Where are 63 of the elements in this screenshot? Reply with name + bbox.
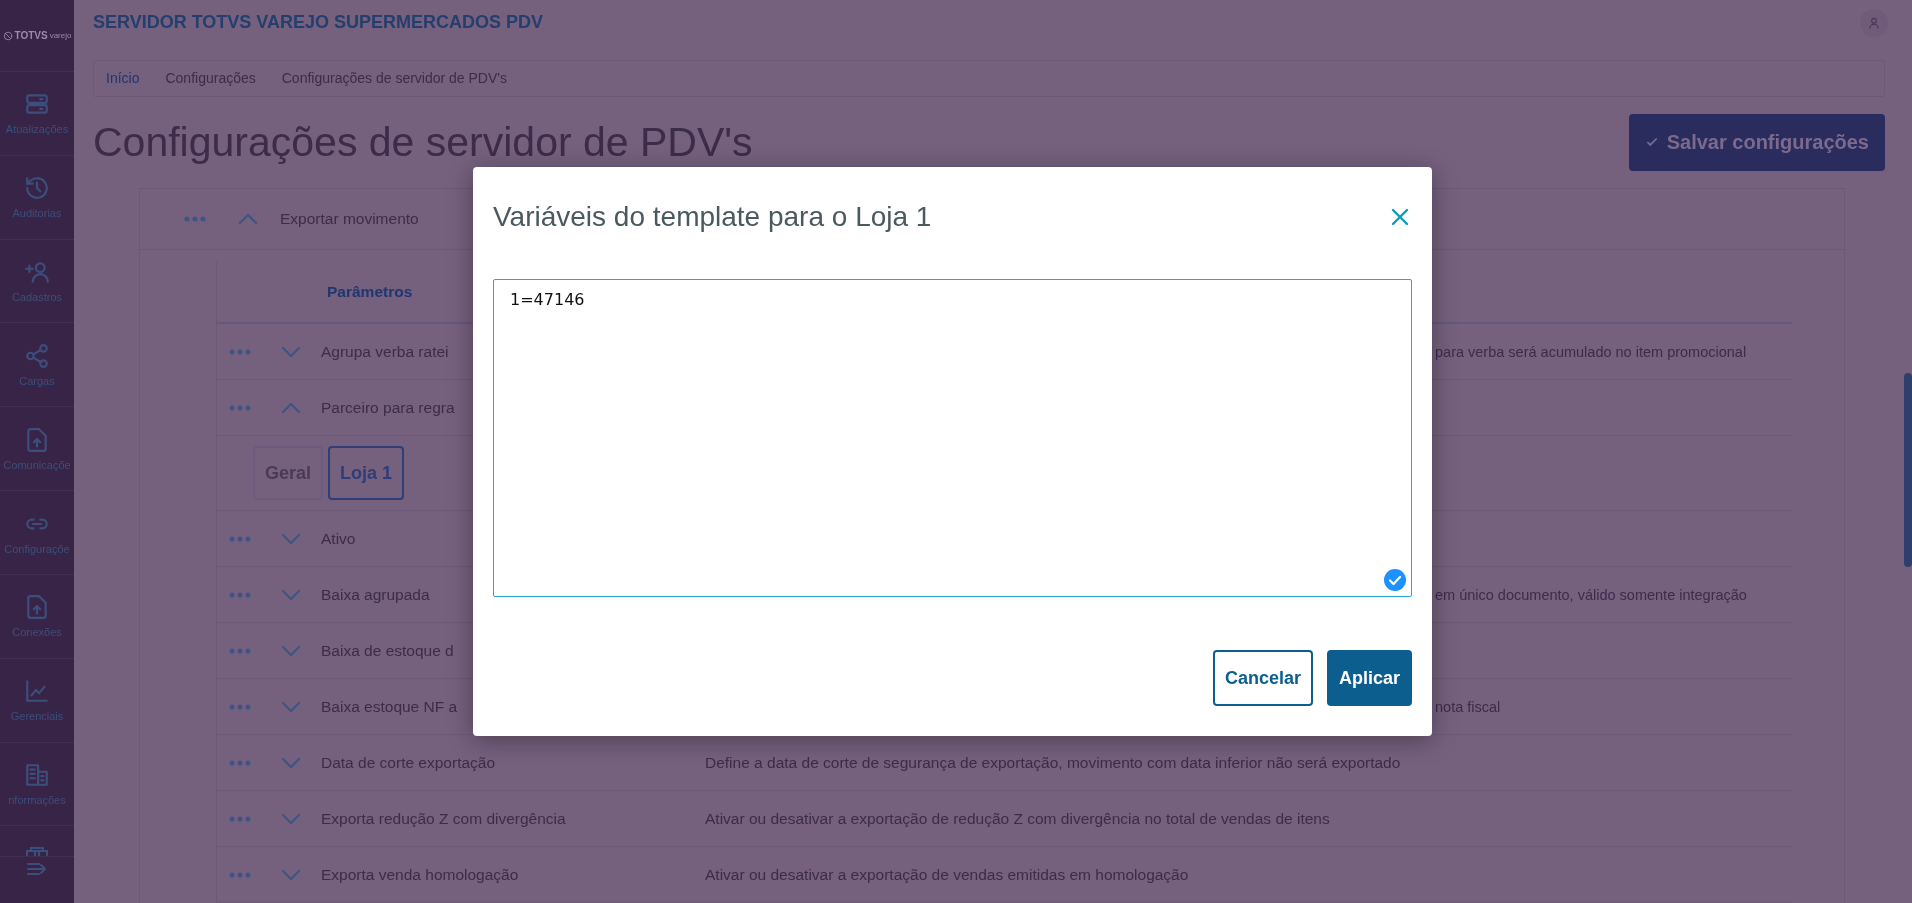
parameter-name: Exporta redução Z com divergência: [321, 809, 567, 828]
parameter-description: nota fiscal: [1435, 698, 1501, 715]
parameter-name: Ativo: [321, 529, 357, 548]
store-tab[interactable]: Loja 1: [328, 446, 405, 500]
chevron-down-icon[interactable]: [281, 345, 301, 358]
logo-subtext: varejo: [49, 31, 72, 40]
logo-icon: [2, 30, 13, 41]
dialog-title: Variáveis do template para o Loja 1: [493, 201, 932, 233]
logo-text: TOTVS: [14, 30, 48, 41]
section-title: Exportar movimento: [280, 210, 419, 228]
chart-icon: [24, 678, 50, 705]
more-icon[interactable]: [229, 703, 251, 710]
apply-button[interactable]: Aplicar: [1326, 650, 1412, 706]
column-header: Parâmetros: [327, 283, 413, 301]
parameter-name: Baixa agrupada: [321, 585, 431, 604]
more-icon[interactable]: [229, 535, 251, 542]
share-icon: [24, 342, 50, 369]
chevron-down-icon[interactable]: [281, 700, 301, 713]
more-icon[interactable]: [229, 591, 251, 598]
template-textarea[interactable]: 1=47146: [493, 279, 1412, 597]
app-title: SERVIDOR TOTVS VAREJO SUPERMERCADOS PDV: [93, 12, 544, 34]
scrollbar-thumb[interactable]: [1904, 373, 1912, 567]
parameter-name: Data de corte exportação: [321, 753, 497, 772]
file-upload-icon: [24, 426, 50, 453]
more-icon[interactable]: [229, 404, 251, 411]
parameter-description: Ativar ou desativar a exportação de redução Z com divergência no total de vendas de itens: [705, 809, 1330, 828]
chevron-up-icon[interactable]: [281, 401, 301, 414]
page-title: Configurações de servidor de PDV's: [93, 118, 753, 166]
breadcrumb-item[interactable]: Início: [106, 70, 166, 87]
breadcrumb-item: Configurações de servidor de PDV's: [281, 70, 508, 87]
parameter-name: Parceiro para regra: [321, 398, 456, 417]
more-icon[interactable]: [229, 871, 251, 878]
parameter-name: Exporta venda homologação: [321, 865, 520, 884]
chevron-up-icon[interactable]: [238, 213, 258, 225]
building-icon: [26, 847, 48, 857]
more-icon[interactable]: [229, 647, 251, 654]
user-avatar[interactable]: [1860, 8, 1888, 37]
building-icon: [24, 762, 50, 789]
parameter-description: Ativar ou desativar a exportação de vendas emitidas em homologação: [705, 865, 1189, 884]
user-icon: [1867, 15, 1881, 30]
file-upload-icon: [24, 594, 50, 621]
chevron-down-icon[interactable]: [281, 588, 301, 601]
more-icon[interactable]: [184, 216, 206, 222]
chevron-down-icon[interactable]: [281, 644, 301, 657]
parameter-description: Define a data de corte de segurança de exportação, movimento com data inferior não será exportado: [705, 753, 1401, 772]
check-circle-icon: [1384, 569, 1406, 591]
chevron-down-icon[interactable]: [281, 756, 301, 769]
cancel-button[interactable]: Cancelar: [1212, 650, 1313, 706]
save-button[interactable]: Salvar configurações: [1628, 113, 1885, 171]
more-icon[interactable]: [229, 759, 251, 766]
parameter-name: Baixa estoque NF a: [321, 697, 459, 716]
breadcrumb-item: Configurações: [165, 70, 257, 87]
chevron-down-icon[interactable]: [281, 868, 301, 881]
more-icon[interactable]: [229, 348, 251, 355]
parameter-name: Baixa de estoque d: [321, 641, 455, 660]
chevron-down-icon[interactable]: [281, 532, 301, 545]
more-icon[interactable]: [229, 815, 251, 822]
parameter-name: Agrupa verba ratei: [321, 342, 450, 361]
add-user-icon: [24, 259, 50, 286]
parameter-description: em único documento, válido somente integração: [1435, 586, 1747, 603]
history-icon: [24, 175, 50, 202]
chevron-down-icon[interactable]: [281, 812, 301, 825]
parameter-description: para verba será acumulado no item promocional: [1435, 343, 1747, 360]
